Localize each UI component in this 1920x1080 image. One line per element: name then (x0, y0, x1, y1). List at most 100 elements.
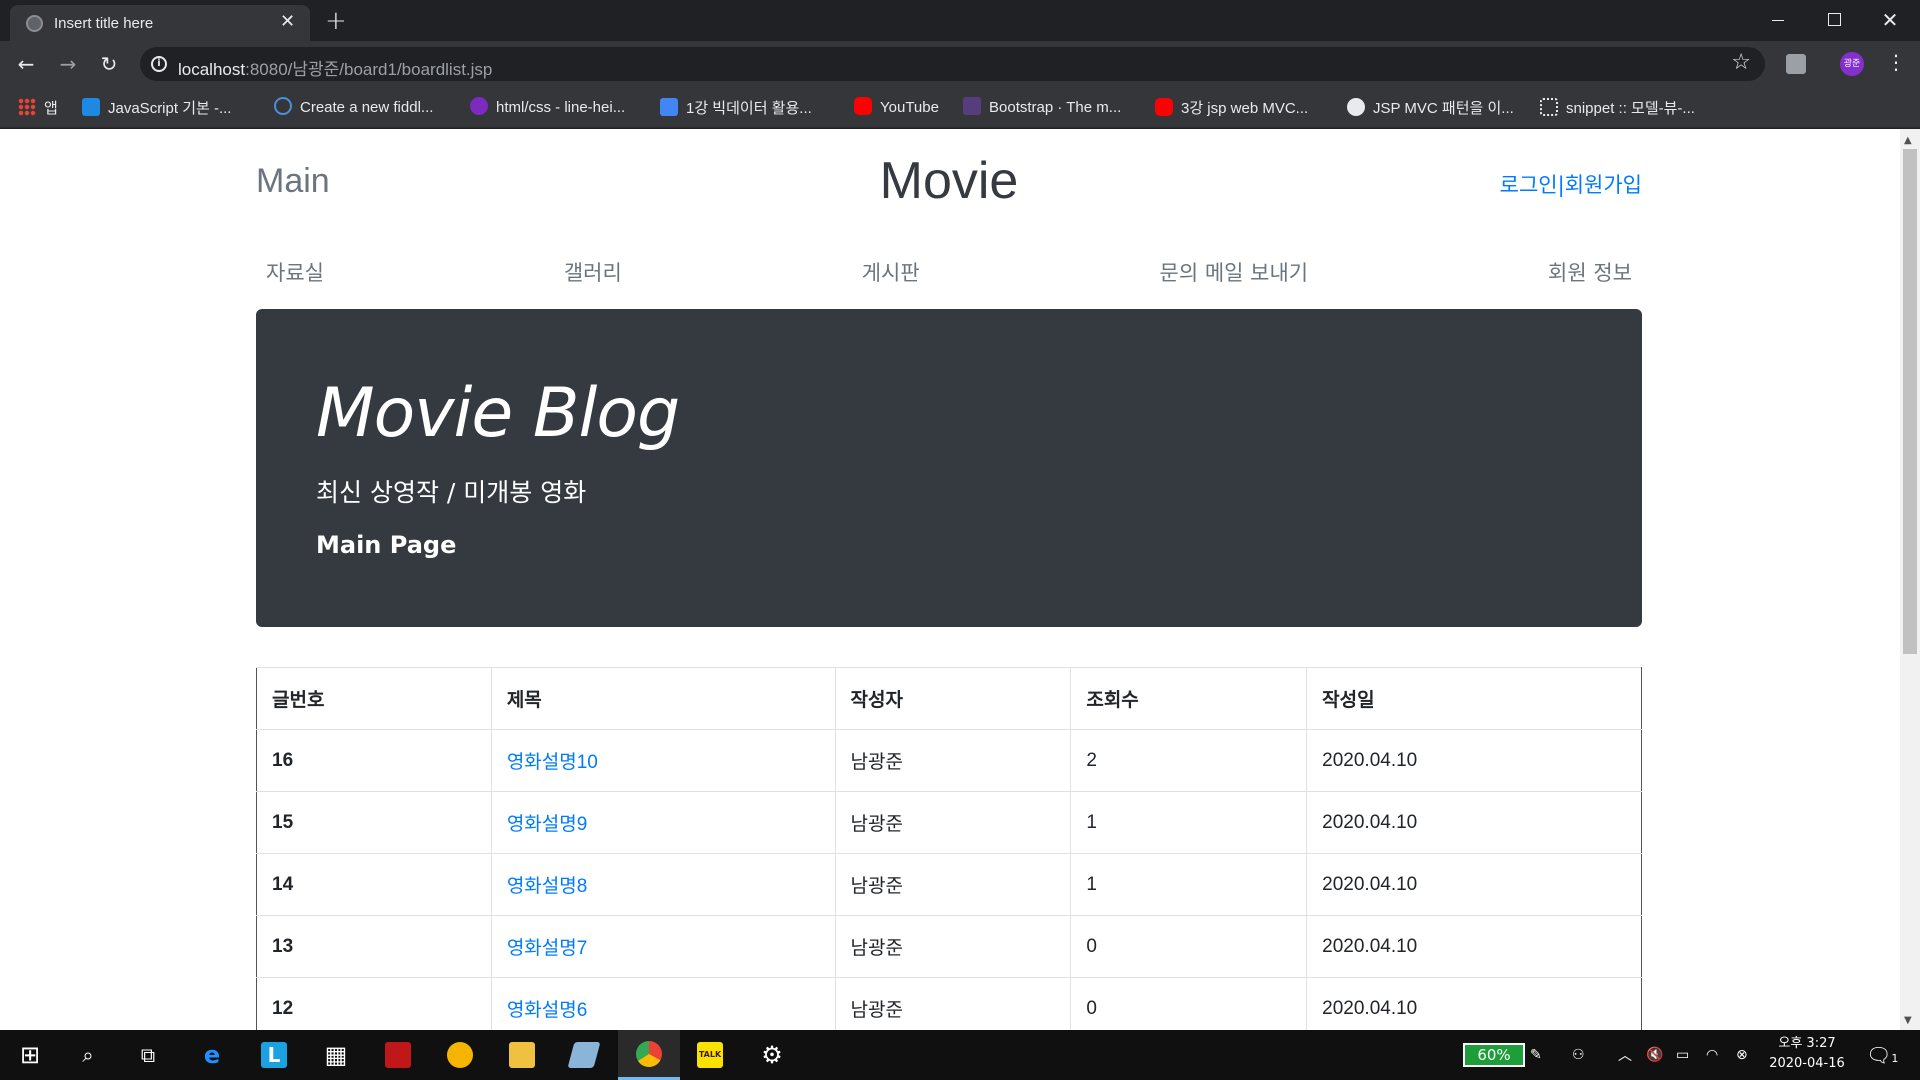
bookmark-star-icon[interactable]: ☆ (1731, 50, 1751, 75)
post-author: 남광준 (834, 915, 1072, 978)
bookmark-item[interactable]: JSP MVC 패턴을 이... (1347, 97, 1514, 119)
post-date: 2020.04.10 (1306, 915, 1642, 978)
mcafee-icon[interactable] (370, 1030, 426, 1080)
bootstrap-icon (963, 97, 981, 115)
signup-link[interactable]: 회원가입 (1565, 173, 1642, 197)
post-title-link[interactable]: 영화설명6 (507, 1000, 588, 1021)
table-row: 14 영화설명8 남광준 1 2020.04.10 (256, 853, 1642, 916)
task-view-icon[interactable]: ⧉ (120, 1030, 176, 1080)
windows-start-icon[interactable]: ⊞ (2, 1030, 58, 1080)
clock-time: 오후 3:27 (1778, 1036, 1836, 1051)
table-row: 15 영화설명9 남광준 1 2020.04.10 (256, 791, 1642, 854)
post-title-cell: 영화설명9 (490, 791, 836, 854)
main-nav: 자료실 갤러리 게시판 문의 메일 보내기 회원 정보 (256, 253, 1642, 293)
post-title-link[interactable]: 영화설명10 (507, 752, 598, 773)
reload-icon[interactable]: ↻ (95, 50, 123, 78)
wifi-icon[interactable]: ◠ (1706, 1030, 1718, 1080)
notification-center-icon[interactable]: 🗨1 (1866, 1043, 1898, 1067)
pen-icon[interactable]: ✎ (1530, 1030, 1542, 1080)
people-icon[interactable]: ⚇ (1572, 1030, 1585, 1080)
kebab-menu-icon[interactable]: ⋮ (1886, 50, 1906, 74)
nav-item-archive[interactable]: 자료실 (266, 253, 324, 293)
table-row: 16 영화설명10 남광준 2 2020.04.10 (256, 729, 1642, 792)
close-icon[interactable]: ✕ (280, 11, 295, 32)
bookmark-apps[interactable]: 앱 (18, 97, 58, 119)
post-author: 남광준 (834, 853, 1072, 916)
page-scrollbar[interactable]: ▲ ▼ (1900, 129, 1920, 1030)
post-views: 1 (1070, 853, 1308, 916)
profile-avatar[interactable]: 광준 (1840, 52, 1864, 76)
post-views: 0 (1070, 977, 1308, 1030)
board-table: 글번호 제목 작성자 조회수 작성일 16 영화설명10 남광준 2 2020.… (256, 667, 1642, 1030)
browser-tab[interactable]: Insert title here ✕ (10, 5, 310, 41)
bookmark-item[interactable]: html/css - line-hei... (470, 97, 625, 119)
forward-arrow-icon[interactable]: → (54, 50, 82, 78)
address-bar[interactable]: i localhost:8080/남광준/board1/boardlist.js… (140, 47, 1765, 81)
jumbotron-lead: 최신 상영작 / 미개봉 영화 (316, 478, 587, 507)
bookmark-item[interactable]: JavaScript 기본 -... (82, 97, 231, 119)
l-app-icon[interactable]: L (246, 1030, 302, 1080)
system-clock[interactable]: 오후 3:27 2020-04-16 (1762, 1034, 1852, 1074)
new-tab-button[interactable]: + (325, 6, 347, 36)
battery-indicator[interactable]: 60% (1463, 1043, 1525, 1067)
bookmarks-bar: 앱 JavaScript 기본 -... Create a new fiddl.… (0, 87, 1920, 128)
bookmark-item[interactable]: 1강 빅데이터 활용... (660, 97, 812, 119)
bookmark-item[interactable]: Bootstrap · The m... (963, 97, 1121, 119)
post-title-link[interactable]: 영화설명7 (507, 938, 588, 959)
nav-item-board[interactable]: 게시판 (862, 253, 920, 293)
column-header-views: 조회수 (1070, 667, 1308, 730)
bookmark-item[interactable]: Create a new fiddl... (274, 97, 433, 119)
table-row: 13 영화설명7 남광준 0 2020.04.10 (256, 915, 1642, 978)
login-link[interactable]: 로그인 (1500, 173, 1558, 197)
auth-links: 로그인|회원가입 (1500, 169, 1642, 199)
notes-app-icon[interactable] (556, 1030, 612, 1080)
snippet-icon (1540, 98, 1558, 116)
youtube-icon (1155, 98, 1173, 116)
edge-icon[interactable]: e (184, 1030, 240, 1080)
bookmark-item[interactable]: YouTube (854, 97, 939, 119)
post-title-cell: 영화설명8 (490, 853, 836, 916)
link-separator: | (1557, 173, 1565, 197)
search-icon[interactable]: ⌕ (60, 1030, 116, 1080)
windows-taskbar: ⊞ ⌕ ⧉ e L ▦ TALK ⚙ 60% ✎ ⚇ ︿ 🔇 ▭ ◠ ⊗ 오후 … (0, 1030, 1920, 1080)
scroll-down-arrow-icon[interactable]: ▼ (1904, 1015, 1912, 1026)
tray-chevron-icon[interactable]: ︿ (1618, 1030, 1632, 1080)
post-author: 남광준 (834, 791, 1072, 854)
extension-icon[interactable] (1786, 54, 1806, 74)
post-title-link[interactable]: 영화설명8 (507, 876, 588, 897)
kakaotalk-icon[interactable]: TALK (682, 1030, 738, 1080)
bookmark-item[interactable]: snippet :: 모델-뷰-... (1540, 97, 1695, 119)
post-views: 2 (1070, 729, 1308, 792)
post-title-cell: 영화설명7 (490, 915, 836, 978)
jumbotron: Movie Blog 최신 상영작 / 미개봉 영화 Main Page (256, 309, 1642, 627)
scroll-thumb[interactable] (1903, 149, 1917, 654)
url-text[interactable]: localhost:8080/남광준/board1/boardlist.jsp (178, 55, 492, 80)
info-icon[interactable]: i (151, 56, 167, 72)
post-title-cell: 영화설명10 (490, 729, 836, 792)
chrome-icon[interactable] (618, 1030, 680, 1080)
post-number: 13 (256, 915, 492, 978)
volume-muted-icon[interactable]: 🔇 (1646, 1030, 1663, 1080)
back-arrow-icon[interactable]: ← (12, 50, 40, 78)
post-author: 남광준 (834, 977, 1072, 1030)
column-header-date: 작성일 (1306, 667, 1642, 730)
nav-item-contact-mail[interactable]: 문의 메일 보내기 (1160, 253, 1309, 293)
maximize-button[interactable] (1806, 0, 1862, 40)
battery-icon[interactable]: ▭ (1676, 1030, 1689, 1080)
globe-icon (26, 15, 43, 32)
calculator-icon[interactable]: ▦ (308, 1030, 364, 1080)
post-title-cell: 영화설명6 (490, 977, 836, 1030)
scroll-up-arrow-icon[interactable]: ▲ (1904, 135, 1912, 146)
settings-gear-icon[interactable]: ⚙ (744, 1030, 800, 1080)
bookmark-item[interactable]: 3강 jsp web MVC... (1155, 97, 1308, 119)
column-header-number: 글번호 (256, 667, 492, 730)
weather-icon[interactable] (432, 1030, 488, 1080)
nav-item-member-info[interactable]: 회원 정보 (1548, 253, 1632, 293)
no-network-icon[interactable]: ⊗ (1736, 1030, 1748, 1080)
window-close-button[interactable]: ✕ (1862, 0, 1918, 40)
file-explorer-icon[interactable] (494, 1030, 550, 1080)
minimize-button[interactable] (1750, 0, 1806, 40)
nav-item-gallery[interactable]: 갤러리 (564, 253, 622, 293)
post-author: 남광준 (834, 729, 1072, 792)
post-title-link[interactable]: 영화설명9 (507, 814, 588, 835)
